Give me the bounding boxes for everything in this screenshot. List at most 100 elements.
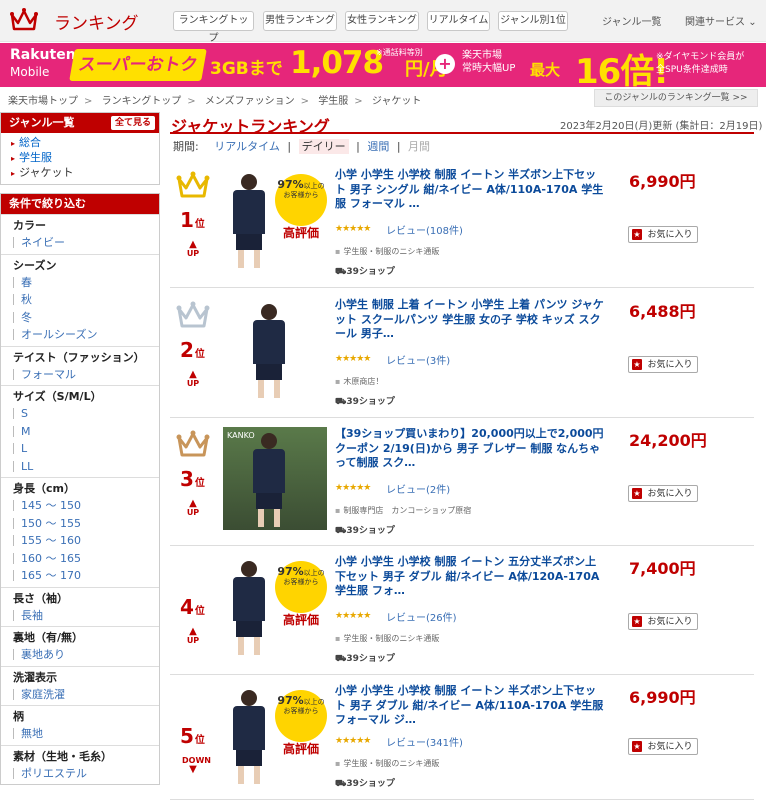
product-title[interactable]: 【39ショップ買いまわり】20,000円以上で2,000円クーポン 2/19(日… bbox=[335, 427, 605, 471]
nav-female-ranking[interactable]: 女性ランキング bbox=[345, 11, 419, 31]
tab-monthly: 月間 bbox=[408, 140, 431, 153]
genre-ranking-list-link[interactable]: このジャンルのランキング一覧 >> bbox=[594, 89, 758, 107]
filter-option[interactable]: 家庭洗濯 bbox=[1, 686, 159, 704]
favorite-button[interactable]: お気に入り bbox=[628, 613, 698, 630]
product-image[interactable] bbox=[223, 298, 327, 401]
nav-male-ranking[interactable]: 男性ランキング bbox=[263, 11, 337, 31]
banner-note: ※通話料等別 bbox=[376, 48, 423, 57]
figure-pants bbox=[256, 493, 282, 509]
filter-option[interactable]: オールシーズン bbox=[1, 326, 159, 344]
shop-link[interactable]: 学生服・制服のニシキ通販 bbox=[335, 246, 439, 257]
review-link[interactable]: レビュー(26件) bbox=[386, 609, 457, 624]
period-sep: | bbox=[287, 140, 292, 153]
breadcrumb-item[interactable]: ジャケット bbox=[372, 96, 422, 107]
filter-option[interactable]: 無地 bbox=[1, 725, 159, 743]
product-image[interactable]: KANKO bbox=[223, 427, 327, 530]
filter-option[interactable]: 裏地あり bbox=[1, 646, 159, 664]
filter-section-title: 素材（生地・毛糸） bbox=[13, 749, 112, 763]
tab-weekly[interactable]: 週間 bbox=[367, 140, 389, 153]
badge-text: お客様から bbox=[283, 707, 319, 715]
figure-head bbox=[261, 433, 277, 449]
rank-value: 5 bbox=[180, 724, 194, 748]
nav-realtime[interactable]: リアルタイム bbox=[427, 11, 490, 31]
badge-highlight: 高評価 bbox=[283, 226, 320, 240]
ranking-item: 3位 ▲ UP KANKO 【39ショップ買いまわり】20,000円以上で2,00… bbox=[170, 419, 754, 546]
favorite-button[interactable]: お気に入り bbox=[628, 356, 698, 373]
rank-number: 4位 bbox=[180, 595, 205, 619]
ranking-item: 4位 ▲ UP 97%以上の お客様から 高評価 小学 小学生 小学校 制服 イートン… bbox=[170, 547, 754, 675]
favorite-button[interactable]: お気に入り bbox=[628, 485, 698, 502]
filter-option[interactable]: L bbox=[1, 440, 159, 458]
tab-daily[interactable]: デイリー bbox=[298, 139, 349, 154]
review-badge: 97%以上の お客様から bbox=[275, 561, 327, 613]
nav-ranking-top[interactable]: ランキングトップ bbox=[173, 11, 254, 44]
review-link[interactable]: レビュー(108件) bbox=[386, 222, 463, 237]
figure-leg bbox=[258, 380, 264, 398]
plus-icon: + bbox=[435, 54, 455, 74]
up-arrow-icon: ▲ bbox=[189, 369, 197, 380]
favorite-button[interactable]: お気に入り bbox=[628, 738, 698, 755]
breadcrumb-item[interactable]: メンズファッション bbox=[205, 96, 295, 107]
tab-realtime[interactable]: リアルタイム bbox=[214, 140, 280, 153]
see-all-button[interactable]: 全て見る bbox=[110, 116, 155, 130]
filter-section-title: 長さ（袖） bbox=[13, 591, 68, 605]
filter-option[interactable]: 145 ～ 150 bbox=[1, 497, 159, 515]
figure-head bbox=[241, 561, 257, 577]
product-image[interactable]: 97%以上の お客様から 高評価 bbox=[223, 168, 327, 271]
breadcrumb-item[interactable]: 楽天市場トップ bbox=[8, 96, 78, 107]
breadcrumb-item[interactable]: ランキングトップ bbox=[102, 96, 182, 107]
related-services-label: 関連サービス bbox=[685, 17, 745, 28]
review-link[interactable]: レビュー(2件) bbox=[386, 481, 450, 496]
filter-option[interactable]: 160 ～ 165 bbox=[1, 550, 159, 568]
nav-genre-first[interactable]: ジャンル別1位 bbox=[498, 11, 568, 31]
shop-link[interactable]: 木原商店！ bbox=[335, 376, 383, 387]
filter-option[interactable]: 長袖 bbox=[1, 607, 159, 625]
product-image[interactable]: 97%以上の お客様から 高評価 bbox=[223, 684, 327, 787]
genre-item-school-uniform[interactable]: 学生服 bbox=[11, 151, 159, 166]
crown-logo-icon[interactable] bbox=[9, 7, 39, 36]
badge-text: 以上の bbox=[303, 698, 325, 706]
filter-option[interactable]: 春 bbox=[1, 274, 159, 292]
product-title[interactable]: 小学 小学生 小学校 制服 イートン 半ズボン上下セット 男子 シングル 紺/ネ… bbox=[335, 168, 605, 212]
rank-value: 3 bbox=[180, 467, 194, 491]
filter-option[interactable]: S bbox=[1, 405, 159, 423]
filter-option[interactable]: フォーマル bbox=[1, 366, 159, 384]
related-services-menu[interactable]: 関連サービス ⌄ bbox=[685, 13, 757, 28]
genre-item-all[interactable]: 総合 bbox=[11, 136, 159, 151]
review-link[interactable]: レビュー(341件) bbox=[386, 734, 463, 749]
shop-link[interactable]: 学生服・制服のニシキ通販 bbox=[335, 633, 439, 644]
genre-list-link[interactable]: ジャンル一覧 bbox=[602, 13, 662, 28]
figure-pants bbox=[236, 234, 262, 250]
filter-option[interactable]: 155 ～ 160 bbox=[1, 532, 159, 550]
filter-option[interactable]: M bbox=[1, 423, 159, 441]
filter-option[interactable]: 秋 bbox=[1, 291, 159, 309]
product-title[interactable]: 小学 小学生 小学校 制服 イートン 半ズボン上下セット 男子 ダブル 紺/ネイ… bbox=[335, 684, 605, 728]
promo-banner[interactable]: Rakuten Mobile スーパーおトク 3GBまで 1,078 円/月 ※… bbox=[0, 43, 766, 87]
product-price: 6,990円 bbox=[629, 172, 696, 191]
rank-suffix: 位 bbox=[194, 349, 205, 360]
filter-section: シーズン春秋冬オールシーズン bbox=[1, 253, 159, 346]
product-image[interactable]: 97%以上の お客様から 高評価 bbox=[223, 555, 327, 658]
filter-option[interactable]: 冬 bbox=[1, 309, 159, 327]
shop39-badge: ⛟39ショップ bbox=[335, 394, 395, 408]
title-divider bbox=[170, 132, 754, 134]
filter-section: サイズ（S/M/L） S M L LL bbox=[1, 385, 159, 477]
filter-option[interactable]: ポリエステル bbox=[1, 765, 159, 783]
filter-option[interactable]: ネイビー bbox=[1, 234, 159, 252]
top-header: ランキング ランキングトップ 男性ランキング 女性ランキング リアルタイム ジャ… bbox=[0, 0, 766, 44]
figure-leg bbox=[258, 509, 264, 527]
badge-percent: 97% bbox=[277, 565, 304, 578]
filter-option[interactable]: LL bbox=[1, 458, 159, 476]
down-arrow-icon: ▼ bbox=[189, 764, 197, 775]
ranking-logo-text[interactable]: ランキング bbox=[54, 9, 139, 34]
product-title[interactable]: 小学生 制服 上着 イートン 小学生 上着 パンツ ジャケット スクールパンツ … bbox=[335, 298, 605, 342]
filter-option[interactable]: 150 ～ 155 bbox=[1, 515, 159, 533]
breadcrumb-item[interactable]: 学生服 bbox=[318, 96, 348, 107]
favorite-button[interactable]: お気に入り bbox=[628, 226, 698, 243]
shop-link[interactable]: 制服専門店 カンコーショップ原宿 bbox=[335, 505, 471, 516]
shop-link[interactable]: 学生服・制服のニシキ通販 bbox=[335, 758, 439, 769]
review-link[interactable]: レビュー(3件) bbox=[386, 352, 450, 367]
product-title[interactable]: 小学 小学生 小学校 制服 イートン 五分丈半ズボン上下セット 男子 ダブル 紺… bbox=[335, 555, 605, 599]
filter-option[interactable]: 165 ～ 170 bbox=[1, 567, 159, 585]
trend-up: ▲ UP bbox=[182, 499, 204, 518]
